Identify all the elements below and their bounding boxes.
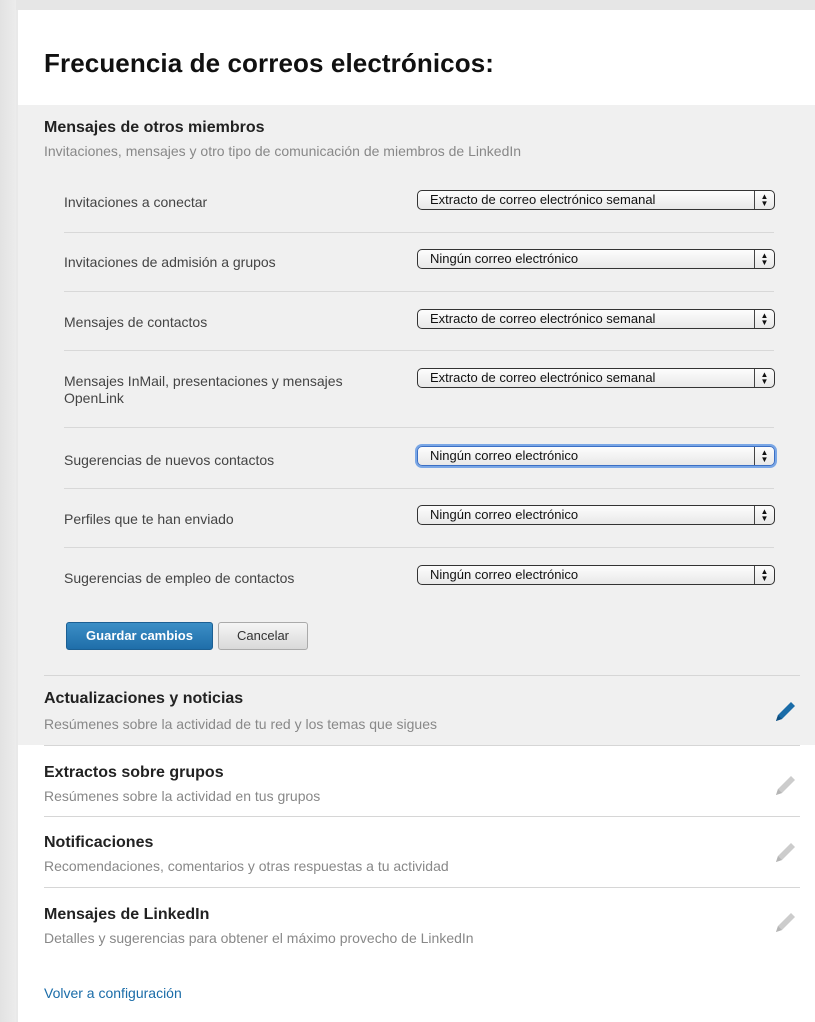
row-divider [64, 427, 774, 428]
frequency-select[interactable]: Ningún correo electrónico ▲ ▼ [417, 249, 775, 269]
pencil-icon[interactable] [770, 771, 800, 801]
cancel-button[interactable]: Cancelar [218, 622, 308, 650]
select-arrows-icon: ▲ ▼ [754, 447, 774, 465]
row-divider [64, 547, 774, 548]
section-title-groups[interactable]: Extractos sobre grupos [44, 764, 224, 782]
frequency-select-value: Extracto de correo electrónico semanal [430, 370, 656, 385]
section-desc-linkedin: Detalles y sugerencias para obtener el m… [44, 930, 474, 946]
row-divider [64, 488, 774, 489]
frequency-select-value: Ningún correo electrónico [430, 448, 579, 463]
setting-label: Invitaciones de admisión a grupos [64, 254, 276, 270]
setting-label: Invitaciones a conectar [64, 194, 208, 210]
select-arrows-icon: ▲ ▼ [754, 506, 774, 524]
setting-label: Perfiles que te han enviado [64, 511, 234, 527]
frequency-select[interactable]: Extracto de correo electrónico semanal ▲… [417, 190, 775, 210]
frequency-select[interactable]: Ningún correo electrónico ▲ ▼ [417, 565, 775, 585]
pencil-icon[interactable] [770, 838, 800, 868]
section-divider [44, 745, 800, 746]
setting-label: Sugerencias de empleo de contactos [64, 570, 295, 586]
pencil-icon[interactable] [770, 697, 800, 727]
section-title-updates[interactable]: Actualizaciones y noticias [44, 690, 243, 708]
section-desc-members: Invitaciones, mensajes y otro tipo de co… [44, 143, 522, 159]
section-title-members: Mensajes de otros miembros [44, 119, 265, 136]
select-arrows-icon: ▲ ▼ [754, 191, 774, 209]
page-title: Frecuencia de correos electrónicos: [44, 48, 495, 78]
section-title-linkedin[interactable]: Mensajes de LinkedIn [44, 906, 209, 924]
select-arrows-icon: ▲ ▼ [754, 566, 774, 584]
section-divider [44, 816, 800, 817]
select-arrows-icon: ▲ ▼ [754, 250, 774, 268]
back-to-settings-link[interactable]: Volver a configuración [44, 985, 182, 1001]
section-desc-updates: Resúmenes sobre la actividad de tu red y… [44, 716, 437, 732]
page-top-strip [16, 0, 815, 10]
pencil-icon[interactable] [770, 908, 800, 938]
select-arrows-icon: ▲ ▼ [754, 310, 774, 328]
frequency-select[interactable]: Ningún correo electrónico ▲ ▼ [417, 446, 775, 466]
section-divider [44, 675, 800, 676]
frequency-select-value: Ningún correo electrónico [430, 567, 579, 582]
setting-label: Mensajes InMail, presentaciones y mensaj… [64, 373, 343, 406]
select-arrows-icon: ▲ ▼ [754, 369, 774, 387]
frequency-select[interactable]: Extracto de correo electrónico semanal ▲… [417, 309, 775, 329]
frequency-select-value: Extracto de correo electrónico semanal [430, 311, 656, 326]
setting-label: Mensajes de contactos [64, 314, 208, 330]
setting-label: Sugerencias de nuevos contactos [64, 452, 275, 468]
section-divider [44, 887, 800, 888]
section-desc-groups: Resúmenes sobre la actividad en tus grup… [44, 788, 321, 804]
section-desc-notifications: Recomendaciones, comentarios y otras res… [44, 858, 449, 874]
save-button[interactable]: Guardar cambios [66, 622, 213, 650]
frequency-select[interactable]: Ningún correo electrónico ▲ ▼ [417, 505, 775, 525]
row-divider [64, 350, 774, 351]
row-divider [64, 232, 774, 233]
row-divider [64, 291, 774, 292]
frequency-select-value: Ningún correo electrónico [430, 507, 579, 522]
page-left-gutter [0, 0, 16, 1022]
frequency-select-value: Ningún correo electrónico [430, 251, 579, 266]
frequency-select-value: Extracto de correo electrónico semanal [430, 192, 656, 207]
frequency-select[interactable]: Extracto de correo electrónico semanal ▲… [417, 368, 775, 388]
section-title-notifications[interactable]: Notificaciones [44, 834, 153, 852]
